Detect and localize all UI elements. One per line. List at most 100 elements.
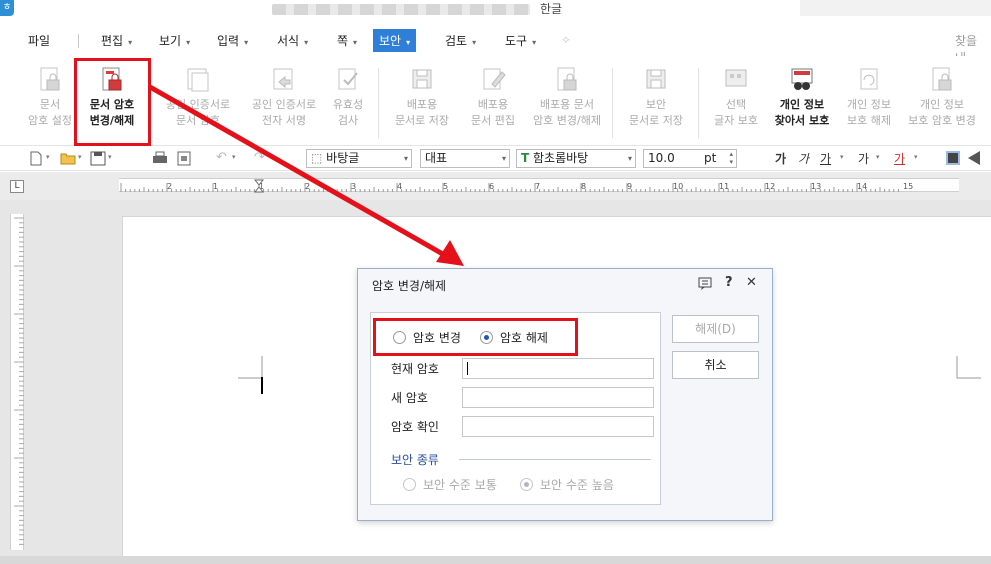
preview-icon[interactable]	[176, 151, 192, 166]
ribbon-text-protect[interactable]: 선택 글자 보호	[705, 60, 767, 129]
menu-review[interactable]: 검토 ▾	[445, 32, 476, 49]
open-folder-icon[interactable]	[60, 151, 76, 166]
chevron-down-icon: ▾	[403, 154, 408, 163]
chevron-down-icon[interactable]: ▾	[876, 153, 880, 161]
confirm-password-input[interactable]	[462, 416, 654, 437]
ribbon-doc-password-set[interactable]: 문서 암호 설정	[22, 60, 78, 129]
chevron-down-icon: ▾	[406, 38, 411, 47]
ribbon-distribute-edit[interactable]: 배포용 문서 편집	[460, 60, 526, 129]
privacy-unprotect-icon	[860, 68, 878, 90]
remove-button[interactable]: 해제(D)	[672, 315, 759, 343]
chevron-down-icon[interactable]: ▾	[232, 153, 236, 161]
menu-file[interactable]: 파일	[28, 32, 50, 49]
document-lock-icon	[40, 67, 60, 91]
menu-view[interactable]: 보기 ▾	[159, 32, 190, 49]
italic-button[interactable]: 가	[798, 150, 809, 167]
horizontal-ruler[interactable]: 2 1 1 2 3 4 5 6 7 8 9 10 11 12 13 14 15	[119, 178, 959, 193]
document-title-blurred	[272, 4, 530, 15]
certificate-sign-icon	[273, 68, 293, 90]
bottom-scroll-area	[0, 556, 991, 564]
new-document-icon[interactable]	[28, 151, 44, 166]
undo-icon[interactable]: ↶	[216, 150, 227, 165]
ruler-label: 13	[811, 182, 821, 191]
print-icon[interactable]	[152, 151, 168, 166]
ribbon-separator	[612, 68, 613, 138]
font-color-button[interactable]: 가	[894, 150, 905, 167]
help-icon[interactable]: ?	[725, 275, 733, 290]
new-password-input[interactable]	[462, 387, 654, 408]
align-justify-icon[interactable]	[946, 151, 960, 165]
bold-button[interactable]: 가	[775, 150, 786, 167]
chevron-down-icon[interactable]: ▾	[78, 153, 82, 161]
vertical-ruler-ticks	[14, 217, 24, 545]
ruler-label: 2	[305, 182, 310, 191]
ruler-label: 10	[673, 182, 683, 191]
ruler-label: 15	[903, 182, 913, 191]
validate-icon	[338, 68, 358, 90]
close-icon[interactable]: ✕	[746, 275, 757, 290]
ribbon-distribute-save[interactable]: 배포용 문서로 저장	[388, 60, 456, 129]
vertical-ruler[interactable]	[10, 214, 24, 550]
format-toolbar: ▾ ▾ ▾ ↶ ▾ ↷ ⬚ 바탕글 ▾ 대표 ▾ T 함초롬바탕 ▾ 10.0 pt ▴ ▾…	[0, 147, 991, 171]
chevron-down-icon[interactable]: ▾	[840, 153, 844, 161]
ruler-label: 12	[765, 182, 775, 191]
ruler-label: 14	[857, 182, 867, 191]
confirm-password-label: 암호 확인	[391, 420, 439, 434]
ruler-label: 8	[581, 182, 586, 191]
font-size-combo[interactable]: 10.0 pt ▴ ▾	[643, 149, 737, 168]
font-combo[interactable]: T 함초롬바탕 ▾	[516, 149, 636, 168]
title-bar: ㅎ 한글	[0, 0, 991, 22]
certificate-doc-icon	[187, 68, 209, 92]
chevron-down-icon[interactable]: ▾	[108, 153, 112, 161]
distribute-save-icon	[412, 69, 432, 89]
ribbon-secure-save[interactable]: 보안 문서로 저장	[620, 60, 692, 129]
security-normal-label: 보안 수준 보통	[423, 478, 497, 492]
ruler-label: 2	[167, 182, 172, 191]
spinner-icon: ▴ ▾	[729, 150, 733, 166]
security-type-group-label: 보안 종류	[391, 453, 439, 467]
context-help-icon[interactable]	[698, 277, 712, 290]
align-left-icon[interactable]	[968, 151, 980, 165]
app-icon: ㅎ	[0, 0, 14, 16]
strike-button[interactable]: 가	[858, 150, 869, 167]
input-caret	[467, 362, 468, 375]
menu-page[interactable]: 쪽 ▾	[337, 32, 357, 49]
menu-insert[interactable]: 입력 ▾	[217, 32, 248, 49]
ribbon-pin-icon[interactable]: ⟡	[562, 32, 570, 47]
tab-type-selector[interactable]: L	[10, 180, 24, 193]
menu-security[interactable]: 보안 ▾	[373, 29, 417, 52]
highlight-radio-group	[373, 318, 578, 356]
ribbon-privacy-unprotect[interactable]: 개인 정보 보호 해제	[838, 60, 900, 129]
ribbon-cert-sign[interactable]: 공인 인증서로 전자 서명	[244, 60, 324, 129]
chevron-down-icon: ▾	[244, 38, 249, 47]
ribbon-distribute-password[interactable]: 배포용 문서 암호 변경/해제	[530, 60, 604, 129]
ribbon-privacy-find[interactable]: 개인 정보 찾아서 보호	[768, 60, 836, 129]
secure-save-icon	[646, 69, 666, 89]
ruler-row: L 2 1 1 2 3 4 5 6 7 8 9 10 11 12 13 14 15	[0, 172, 991, 200]
style-combo[interactable]: ⬚ 바탕글 ▾	[306, 149, 412, 168]
cancel-button[interactable]: 취소	[672, 351, 759, 379]
ruler-label: 9	[627, 182, 632, 191]
chevron-down-icon[interactable]: ▾	[46, 153, 50, 161]
radio-security-normal[interactable]	[403, 478, 416, 491]
redo-icon[interactable]: ↷	[254, 150, 265, 165]
distribute-lock-icon	[557, 67, 577, 91]
language-combo[interactable]: 대표 ▾	[420, 149, 510, 168]
ribbon-cert-encrypt[interactable]: 공인 인증서로 문서 암호	[158, 60, 238, 129]
ruler-ticks: 2 1 1 2 3 4 5 6 7 8 9 10 11 12 13 14 15	[120, 179, 913, 193]
highlight-ribbon-button	[74, 58, 151, 146]
ribbon-privacy-password[interactable]: 개인 정보 보호 암호 변경	[902, 60, 982, 129]
current-password-input[interactable]	[462, 358, 654, 379]
privacy-password-icon	[932, 67, 952, 91]
save-icon[interactable]	[90, 151, 106, 166]
menu-edit[interactable]: 편집 ▾	[101, 32, 132, 49]
ribbon-validate[interactable]: 유효성 검사	[326, 60, 370, 129]
radio-security-high[interactable]	[520, 478, 533, 491]
underline-button[interactable]: 가	[820, 150, 831, 167]
menu-format[interactable]: 서식 ▾	[277, 32, 308, 49]
chevron-down-icon[interactable]: ▾	[914, 153, 918, 161]
title-bar-controls	[800, 0, 991, 16]
menu-tools[interactable]: 도구 ▾	[505, 32, 536, 49]
ruler-label: 11	[719, 182, 729, 191]
current-password-label: 현재 암호	[391, 362, 439, 376]
